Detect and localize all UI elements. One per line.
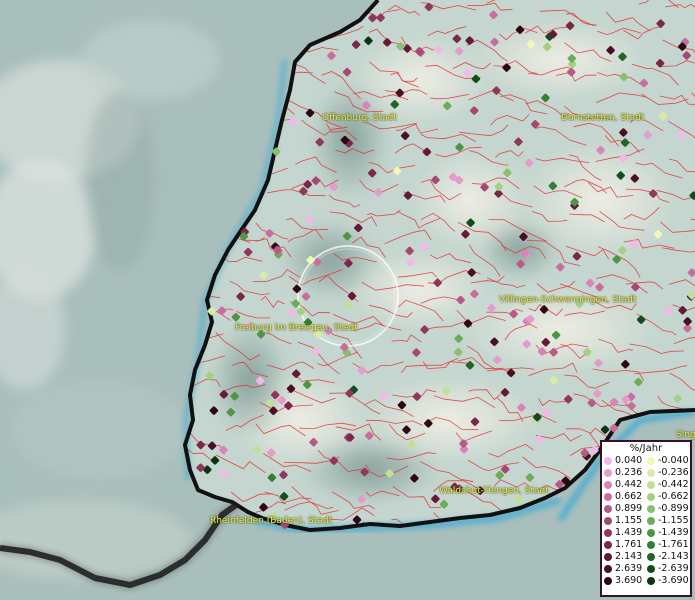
legend-swatch — [604, 565, 612, 573]
legend-value: -0.040 — [658, 455, 689, 466]
legend-swatch — [604, 457, 612, 465]
legend-value: -2.639 — [658, 563, 689, 574]
place-label-freiburg[interactable]: Freiburg im Breisgau, Stadt — [235, 323, 358, 333]
legend-swatch — [647, 517, 655, 525]
legend-swatch — [604, 541, 612, 549]
legend-item: -0.899 — [647, 503, 690, 515]
legend-value: 0.899 — [615, 503, 643, 514]
place-label-offenburg[interactable]: Offenburg, Stadt — [322, 113, 397, 123]
legend-item: 1.439 — [604, 527, 647, 539]
place-label-dornstetten[interactable]: Dornstetten, Stadt — [561, 113, 644, 123]
legend-swatch — [647, 553, 655, 561]
legend-swatch — [604, 529, 612, 537]
legend-item: 3.690 — [604, 575, 647, 587]
legend-value: 1.155 — [615, 515, 643, 526]
legend-value: -2.143 — [658, 551, 689, 562]
legend-value: -0.236 — [658, 467, 689, 478]
place-label-singen[interactable]: Sing — [676, 430, 695, 440]
legend-swatch — [647, 541, 655, 549]
legend-swatch — [604, 577, 612, 585]
legend-item: -3.690 — [647, 575, 690, 587]
legend-swatch — [647, 481, 655, 489]
legend-item: 0.040 — [604, 455, 647, 467]
legend-item: -1.439 — [647, 527, 690, 539]
place-label-villingen-schwenningen[interactable]: Villingen-Schwenningen, Stadt — [499, 295, 636, 305]
legend-swatch — [647, 469, 655, 477]
legend-item: 0.236 — [604, 467, 647, 479]
legend-item: 2.143 — [604, 551, 647, 563]
legend-value: -1.155 — [658, 515, 689, 526]
legend-value: -0.662 — [658, 491, 689, 502]
legend-swatch — [647, 529, 655, 537]
legend-item: -0.662 — [647, 491, 690, 503]
legend-item: -0.442 — [647, 479, 690, 491]
legend-value: 3.690 — [615, 575, 643, 586]
legend-item: -1.761 — [647, 539, 690, 551]
legend-item: -1.155 — [647, 515, 690, 527]
legend-swatch — [604, 493, 612, 501]
legend-swatch — [604, 505, 612, 513]
legend-value: 0.236 — [615, 467, 643, 478]
legend-item: -0.040 — [647, 455, 690, 467]
legend-item: -0.236 — [647, 467, 690, 479]
legend-value: 1.761 — [615, 539, 643, 550]
legend-swatch — [647, 565, 655, 573]
legend-value: 0.442 — [615, 479, 643, 490]
legend-item: 0.442 — [604, 479, 647, 491]
place-label-rheinfelden[interactable]: Rheinfelden (Baden), Stadt — [210, 516, 332, 526]
legend-value: -1.439 — [658, 527, 689, 538]
legend-item: 0.899 — [604, 503, 647, 515]
legend-swatch — [604, 553, 612, 561]
legend-positive-column: 0.040 0.236 0.442 0.662 0.899 1.155 1.439 1.761… — [604, 455, 647, 587]
legend-swatch — [604, 469, 612, 477]
map-canvas[interactable]: Offenburg, Stadt Dornstetten, Stadt Vill… — [0, 0, 695, 600]
legend-item: 0.662 — [604, 491, 647, 503]
legend-item: 1.761 — [604, 539, 647, 551]
legend: %/Jahr 0.040 0.236 0.442 0.662 0.899 1.155 1.4… — [600, 440, 692, 597]
legend-value: -0.442 — [658, 479, 689, 490]
legend-value: -0.899 — [658, 503, 689, 514]
legend-value: 0.040 — [615, 455, 643, 466]
place-label-waldshut-tiengen[interactable]: Waldshut-Tiengen, Stadt — [439, 486, 549, 496]
legend-swatch — [647, 493, 655, 501]
legend-value: 2.143 — [615, 551, 643, 562]
legend-value: 1.439 — [615, 527, 643, 538]
legend-swatch — [647, 577, 655, 585]
legend-swatch — [604, 517, 612, 525]
legend-item: 1.155 — [604, 515, 647, 527]
legend-swatch — [604, 481, 612, 489]
legend-swatch — [647, 457, 655, 465]
legend-swatch — [647, 505, 655, 513]
legend-item: 2.639 — [604, 563, 647, 575]
legend-negative-column: -0.040 -0.236 -0.442 -0.662 -0.899 -1.155 -1.4… — [647, 455, 690, 587]
legend-item: -2.143 — [647, 551, 690, 563]
legend-value: -1.761 — [658, 539, 689, 550]
legend-value: 0.662 — [615, 491, 643, 502]
legend-value: -3.690 — [658, 575, 689, 586]
legend-title: %/Jahr — [629, 443, 663, 454]
legend-item: -2.639 — [647, 563, 690, 575]
legend-value: 2.639 — [615, 563, 643, 574]
